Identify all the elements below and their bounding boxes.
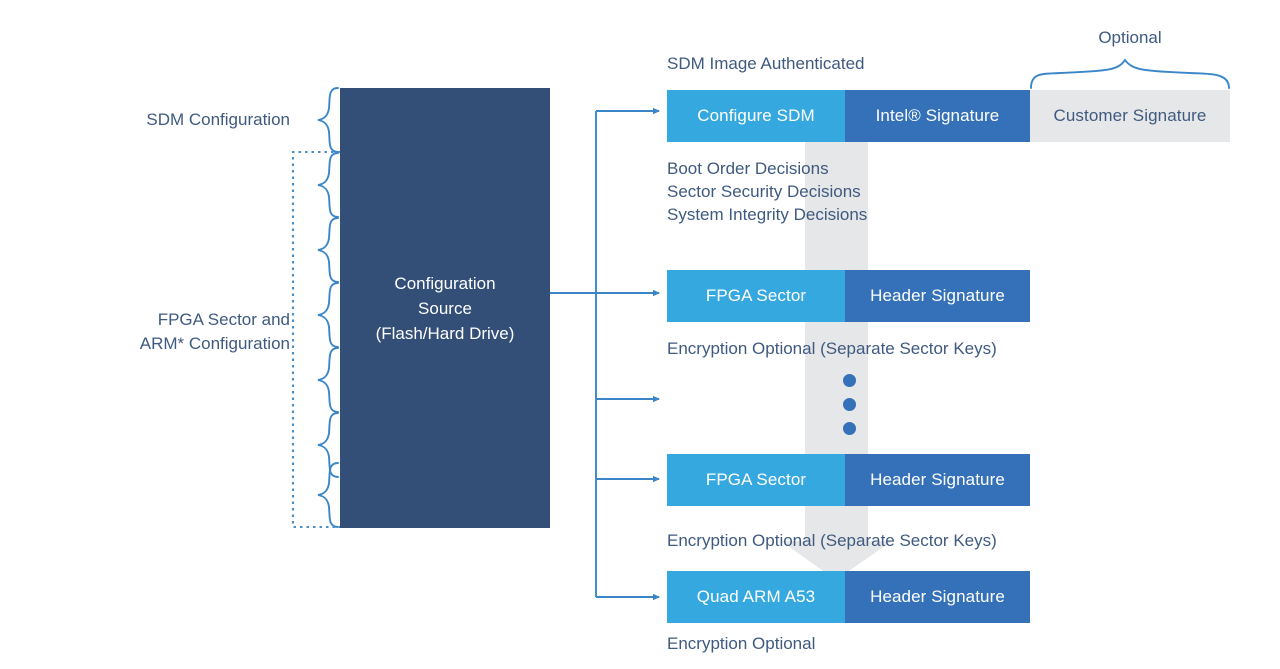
caption-sdm-image-authenticated: SDM Image Authenticated [667,54,865,73]
block-segment-quad-arm-a53: Quad ARM A53 [667,571,845,623]
block-segment-intel-signature-text: Intel® Signature [875,106,1000,125]
block-segment-fpga-sector-1: FPGA Sector [667,270,845,322]
block-segment-intel-signature: Intel® Signature [845,90,1030,142]
ellipsis-dot [842,422,856,435]
optional-brace-label: Optional [1098,28,1162,47]
block-row-fpga-sector-2: FPGA Sector Header Signature [667,454,1030,506]
block-row-fpga-sector-1: FPGA Sector Header Signature [667,270,1030,322]
bracket-label-fpga-arm-configuration: FPGA Sector and ARM* Configuration [139,310,290,353]
caption-encryption-optional-1: Encryption Optional (Separate Sector Key… [667,339,997,358]
caption-encryption-optional-2: Encryption Optional (Separate Sector Key… [667,531,997,550]
block-segment-header-signature-2: Header Signature [845,454,1030,506]
config-source-label: Configuration Source (Flash/Hard Drive) [375,273,515,343]
block-row-sdm-image: Configure SDM Intel® Signature Customer … [667,90,1230,142]
ellipsis-dot [842,374,856,387]
caption-boot-sector-system-decisions: Boot Order Decisions Sector Security Dec… [667,159,868,224]
block-segment-fpga-sector-2: FPGA Sector [667,454,845,506]
config-source-box: Configuration Source (Flash/Hard Drive) [340,88,550,528]
block-segment-header-signature-1: Header Signature [845,270,1030,322]
block-segment-customer-signature: Customer Signature [1030,90,1230,142]
block-segment-header-signature-3: Header Signature [845,571,1030,623]
bracket-label-sdm-configuration: SDM Configuration [146,110,290,129]
block-segment-configure-sdm: Configure SDM [667,90,845,142]
caption-encryption-optional-3: Encryption Optional [667,634,816,653]
block-row-quad-arm-a53: Quad ARM A53 Header Signature [667,571,1030,623]
diagram-canvas: Configuration Source (Flash/Hard Drive) … [0,0,1280,669]
ellipsis-dot [842,398,856,411]
vertical-ellipsis-dots [838,374,860,435]
